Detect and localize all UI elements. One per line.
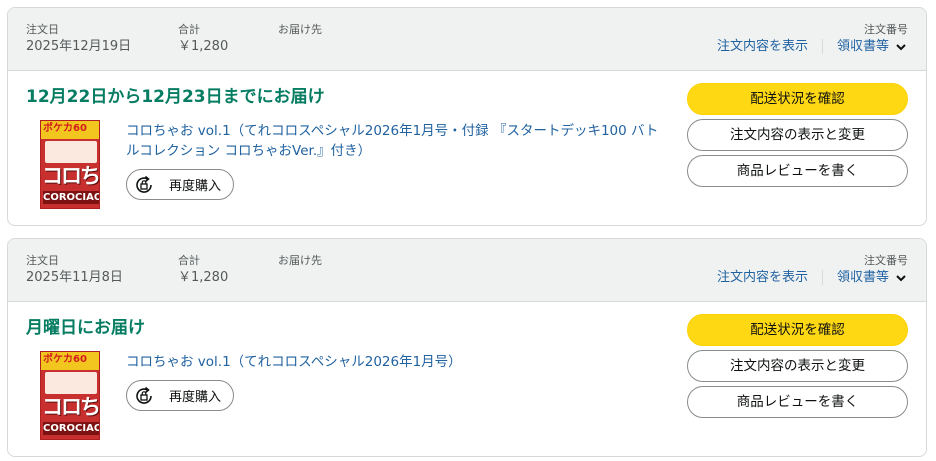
order-body: 12月22日から12月23日までにお届け ポケカ60 コロちゃお COROCIA… (8, 71, 926, 225)
order-total: ￥1,280 (178, 39, 229, 54)
order-header-links: 注文内容を表示 領収書等 (717, 38, 907, 55)
chevron-down-icon[interactable] (895, 272, 907, 284)
write-review-button[interactable]: 商品レビューを書く (687, 386, 908, 418)
delivery-status: 月曜日にお届け (26, 318, 145, 338)
cover-bottom-text: COROCIAO (43, 422, 100, 435)
cover-top-text: ポケカ60 (43, 354, 87, 365)
ship-to-label: お届け先 (278, 23, 322, 36)
view-order-details-link[interactable]: 注文内容を表示 (717, 38, 808, 55)
buy-again-label: 再度購入 (169, 179, 222, 194)
delivery-status: 12月22日から12月23日までにお届け (26, 87, 325, 107)
view-order-details-link[interactable]: 注文内容を表示 (717, 269, 808, 286)
link-divider (821, 270, 823, 285)
order-total: ￥1,280 (178, 270, 229, 285)
order-card: 注文日 2025年12月19日 合計 ￥1,280 お届け先 注文番号 注文内容… (7, 7, 927, 226)
order-total-label: 合計 (178, 23, 200, 36)
track-package-button[interactable]: 配送状況を確認 (687, 314, 908, 346)
order-number-label: 注文番号 (864, 23, 908, 36)
cover-title-text: コロちゃお (42, 395, 99, 419)
cover-art (45, 372, 97, 394)
product-image[interactable]: ポケカ60 コロちゃお COROCIAO (40, 120, 100, 209)
order-header: 注文日 2025年12月19日 合計 ￥1,280 お届け先 注文番号 注文内容… (8, 8, 926, 71)
order-date: 2025年12月19日 (26, 39, 132, 54)
view-edit-order-button[interactable]: 注文内容の表示と変更 (687, 119, 908, 151)
rebuy-icon (136, 175, 152, 193)
view-edit-order-button[interactable]: 注文内容の表示と変更 (687, 350, 908, 382)
chevron-down-icon[interactable] (895, 41, 907, 53)
cover-top-text: ポケカ60 (43, 123, 87, 134)
order-date-label: 注文日 (26, 23, 59, 36)
order-date: 2025年11月8日 (26, 270, 123, 285)
product-title-link[interactable]: コロちゃお vol.1（てれコロスペシャル2026年1月号） (126, 352, 666, 372)
receipt-link[interactable]: 領収書等 (837, 269, 889, 286)
buy-again-button[interactable]: 再度購入 (126, 169, 235, 200)
write-review-button[interactable]: 商品レビューを書く (687, 155, 908, 187)
rebuy-icon (136, 386, 152, 404)
product-image[interactable]: ポケカ60 コロちゃお COROCIAO (40, 351, 100, 440)
order-body: 月曜日にお届け ポケカ60 コロちゃお COROCIAO コロちゃお vol.1… (8, 302, 926, 456)
cover-bottom-text: COROCIAO (43, 191, 100, 204)
link-divider (821, 39, 823, 54)
buy-again-label: 再度購入 (169, 390, 222, 405)
order-date-label: 注文日 (26, 254, 59, 267)
product-title-link[interactable]: コロちゃお vol.1（てれコロスペシャル2026年1月号・付録 『スタートデッ… (126, 121, 666, 161)
order-number-label: 注文番号 (864, 254, 908, 267)
cover-art (45, 141, 97, 163)
order-card: 注文日 2025年11月8日 合計 ￥1,280 お届け先 注文番号 注文内容を… (7, 238, 927, 457)
order-header-links: 注文内容を表示 領収書等 (717, 269, 907, 286)
cover-title-text: コロちゃお (42, 164, 99, 188)
buy-again-button[interactable]: 再度購入 (126, 380, 235, 411)
ship-to-label: お届け先 (278, 254, 322, 267)
receipt-link[interactable]: 領収書等 (837, 38, 889, 55)
order-total-label: 合計 (178, 254, 200, 267)
order-header: 注文日 2025年11月8日 合計 ￥1,280 お届け先 注文番号 注文内容を… (8, 239, 926, 302)
track-package-button[interactable]: 配送状況を確認 (687, 83, 908, 115)
